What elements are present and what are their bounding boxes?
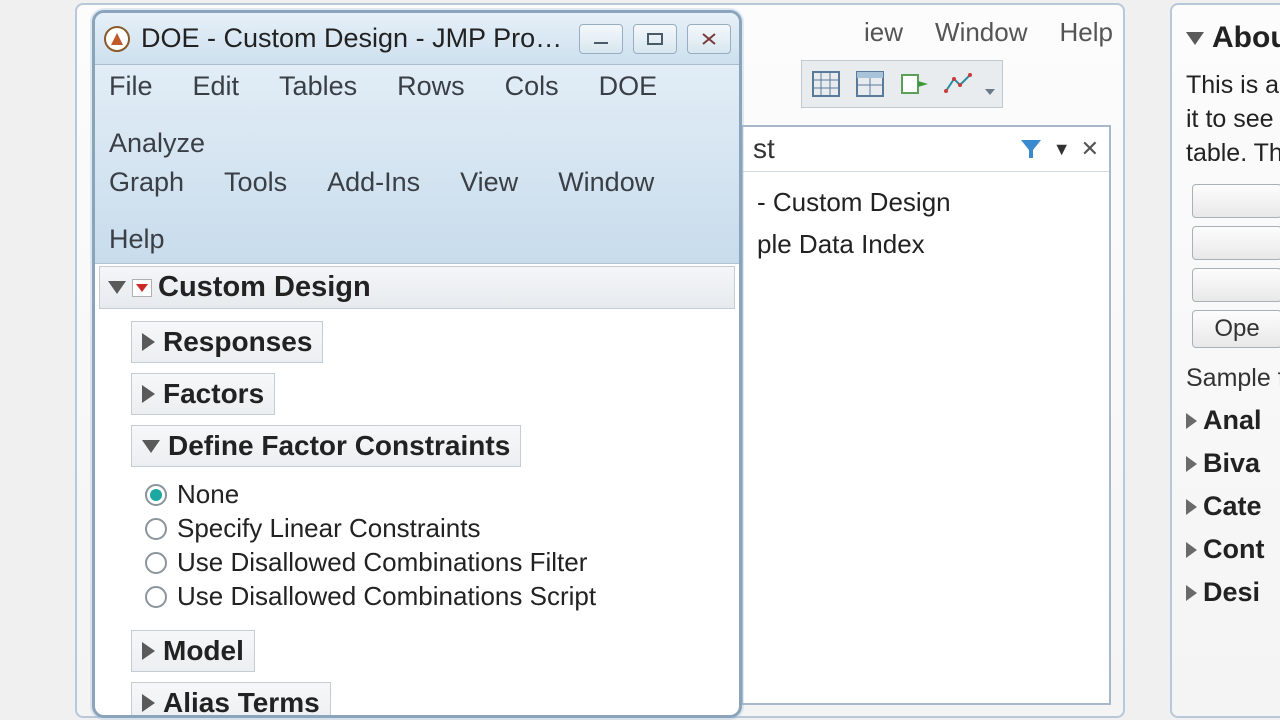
menu-graph[interactable]: Graph [105,165,188,200]
bg-menu-help[interactable]: Help [1060,17,1113,48]
menu-analyze[interactable]: Analyze [105,126,209,161]
disclosure-right-icon[interactable] [142,642,155,660]
menu-doe[interactable]: DOE [595,69,662,104]
bg-toolbar [801,60,1003,108]
funnel-icon[interactable] [1019,137,1043,161]
side-button-3[interactable] [1192,268,1280,302]
side-button-1[interactable] [1192,184,1280,218]
outline-content: Custom Design Responses Factors Define F… [95,266,739,718]
jmp-app-icon [103,25,131,53]
disclosure-down-icon[interactable] [142,440,160,453]
menu-help[interactable]: Help [105,222,169,257]
sample-group-label: Sample f [1186,364,1280,393]
outline-define-constraints[interactable]: Define Factor Constraints [131,425,521,467]
window-title: DOE - Custom Design - JMP Pro [... [141,23,569,54]
menu-view[interactable]: View [456,165,522,200]
bg-menu-view[interactable]: iew [864,17,903,48]
bg-menu-window[interactable]: Window [935,17,1027,48]
disclosure-down-icon[interactable] [108,281,126,294]
disclosure-right-icon[interactable] [142,333,155,351]
about-text: This is a it to see table. Th [1186,69,1280,170]
constraints-radio-group: None Specify Linear Constraints Use Disa… [145,479,739,612]
chevron-right-icon[interactable] [1186,499,1197,515]
menu-edit[interactable]: Edit [189,69,244,104]
radio-icon[interactable] [145,518,167,540]
radio-icon[interactable] [145,484,167,506]
toolbar-overflow-icon[interactable] [982,65,998,103]
radio-disallowed-script[interactable]: Use Disallowed Combinations Script [145,581,739,612]
menu-rows[interactable]: Rows [393,69,469,104]
menu-cols[interactable]: Cols [501,69,563,104]
outline-custom-design[interactable]: Custom Design [99,266,735,309]
red-triangle-menu-icon[interactable] [132,279,152,297]
panel-item[interactable]: ple Data Index [757,224,1095,266]
menubar: File Edit Tables Rows Cols DOE Analyze G… [95,65,739,264]
menu-addins[interactable]: Add-Ins [323,165,424,200]
datatable2-icon[interactable] [850,65,890,103]
side-button-2[interactable] [1192,226,1280,260]
side-item: Desi [1186,577,1280,608]
chevron-right-icon[interactable] [1186,413,1197,429]
about-heading: Abou [1212,21,1280,55]
chevron-right-icon[interactable] [1186,456,1197,472]
side-item: Biva [1186,448,1280,479]
run-icon[interactable] [894,65,934,103]
chevron-right-icon[interactable] [1186,585,1197,601]
outline-model[interactable]: Model [131,630,255,672]
open-button[interactable]: Ope [1192,310,1280,348]
menu-tools[interactable]: Tools [220,165,291,200]
titlebar[interactable]: DOE - Custom Design - JMP Pro [... [95,13,739,65]
radio-icon[interactable] [145,586,167,608]
outline-alias-terms[interactable]: Alias Terms [131,682,331,718]
menu-file[interactable]: File [105,69,157,104]
radio-none[interactable]: None [145,479,739,510]
far-right-panel: Abou This is a it to see table. Th Ope S… [1170,3,1280,718]
chart-icon[interactable] [938,65,978,103]
minimize-button[interactable] [579,24,623,54]
outline-title: Custom Design [158,271,371,304]
close-button[interactable] [687,24,731,54]
panel-title-fragment: st [753,133,1009,165]
doe-custom-design-window: DOE - Custom Design - JMP Pro [... File … [92,10,742,718]
side-item: Cate [1186,491,1280,522]
chevron-right-icon[interactable] [1186,542,1197,558]
radio-disallowed-filter[interactable]: Use Disallowed Combinations Filter [145,547,739,578]
datatable-icon[interactable] [806,65,846,103]
maximize-button[interactable] [633,24,677,54]
bg-menubar: iew Window Help [864,17,1113,48]
radio-linear[interactable]: Specify Linear Constraints [145,513,739,544]
disclosure-down-icon[interactable] [1186,32,1204,45]
panel-item[interactable]: - Custom Design [757,182,1095,224]
dropdown-caret-icon[interactable]: ▼ [1053,139,1071,160]
menu-tables[interactable]: Tables [275,69,361,104]
side-item: Anal [1186,405,1280,436]
menu-window[interactable]: Window [554,165,658,200]
radio-icon[interactable] [145,552,167,574]
disclosure-right-icon[interactable] [142,694,155,712]
side-item: Cont [1186,534,1280,565]
outline-responses[interactable]: Responses [131,321,323,363]
outline-factors[interactable]: Factors [131,373,275,415]
disclosure-right-icon[interactable] [142,385,155,403]
close-icon[interactable]: ✕ [1081,136,1099,162]
bg-side-panel: st ▼ ✕ - Custom Design ple Data Index [741,125,1111,705]
